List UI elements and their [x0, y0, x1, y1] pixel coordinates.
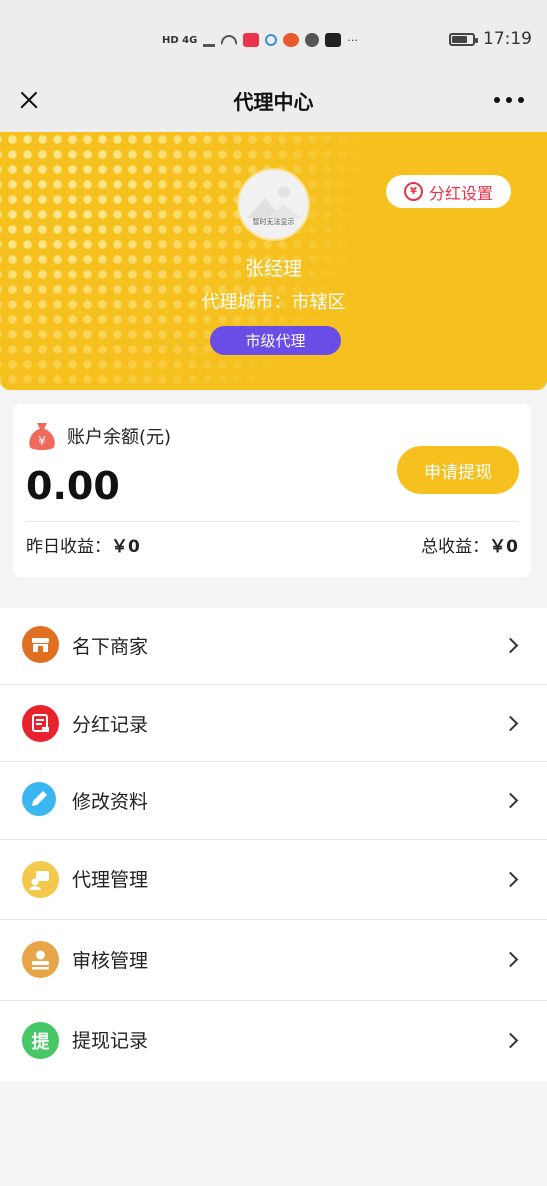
- more-icon[interactable]: [494, 94, 524, 106]
- chevron-right-icon: [502, 715, 519, 732]
- menu-item-label: 代理管理: [72, 869, 149, 891]
- money-bag-icon: ¥: [29, 423, 55, 450]
- network-indicators: HD 4G: [162, 34, 198, 46]
- menu-item-review-management[interactable]: 审核管理: [0, 920, 547, 1000]
- menu-item-merchants[interactable]: 名下商家: [0, 608, 547, 685]
- menu-item-label: 分红记录: [72, 714, 149, 736]
- chevron-right-icon: [502, 637, 519, 654]
- battery-level: [452, 36, 467, 43]
- chevron-right-icon: [502, 792, 519, 809]
- balance-card: ¥ 账户余额(元) 0.00 申请提现 昨日收益：￥0 总收益：￥0: [13, 404, 531, 577]
- menu-item-bonus-records[interactable]: 分红记录: [0, 685, 547, 762]
- menu-item-label: 提现记录: [72, 1030, 149, 1052]
- yesterday-earnings: 昨日收益：￥0: [26, 532, 140, 557]
- menu-item-withdraw-records[interactable]: 提 提现记录: [0, 1001, 547, 1081]
- divider: [26, 521, 518, 522]
- app-notification-icon: [243, 33, 260, 47]
- withdraw-button[interactable]: 申请提现: [397, 446, 519, 494]
- menu-item-label: 修改资料: [72, 791, 149, 813]
- balance-label: 账户余额(元): [67, 427, 172, 448]
- review-icon: [22, 941, 59, 978]
- clock: 17:19: [483, 29, 532, 49]
- total-earnings: 总收益：￥0: [421, 532, 518, 557]
- svg-text:¥: ¥: [38, 434, 46, 448]
- total-earnings-label: 总收益：: [421, 537, 490, 557]
- app-notification-icon: [265, 34, 278, 46]
- menu-item-label: 名下商家: [72, 636, 149, 658]
- yesterday-earnings-label: 昨日收益：: [26, 537, 111, 557]
- wifi-icon: [221, 35, 238, 45]
- image-placeholder-icon: [247, 186, 301, 218]
- menu-item-edit-profile[interactable]: 修改资料: [0, 762, 547, 839]
- chevron-right-icon: [502, 951, 519, 968]
- yen-icon: ¥: [403, 182, 423, 201]
- menu-item-agent-management[interactable]: 代理管理: [0, 840, 547, 920]
- page-title: 代理中心: [233, 90, 314, 114]
- avatar[interactable]: 暂时无法显示: [237, 168, 310, 241]
- status-icons: HD 4G ···: [162, 30, 358, 50]
- battery-icon: [449, 33, 478, 46]
- chevron-right-icon: [502, 1032, 519, 1049]
- store-icon: [22, 626, 59, 663]
- tiktok-icon: [325, 33, 342, 47]
- total-earnings-value: ￥0: [489, 537, 518, 557]
- withdraw-icon: 提: [22, 1022, 59, 1059]
- menu-list: 名下商家 分红记录 修改资料 代理管理 审核管理 提 提现记录: [0, 608, 547, 1081]
- status-bar: HD 4G ··· 17:19: [0, 0, 547, 80]
- level-badge: 市级代理: [210, 326, 341, 355]
- more-notifications: ···: [347, 33, 358, 47]
- yesterday-earnings-value: ￥0: [111, 537, 140, 557]
- balance-value: 0.00: [26, 464, 120, 508]
- edit-icon: [22, 782, 56, 816]
- signal-icon: [203, 33, 216, 47]
- avatar-caption: 暂时无法显示: [252, 218, 295, 226]
- menu-item-label: 审核管理: [72, 950, 149, 972]
- record-icon: [22, 705, 59, 742]
- manager-name: 张经理: [244, 258, 302, 280]
- message-icon: [305, 33, 320, 47]
- chevron-right-icon: [502, 871, 519, 888]
- app-notification-icon: [283, 33, 300, 47]
- bonus-settings-button[interactable]: ¥ 分红设置: [386, 175, 511, 208]
- agent-city: 代理城市：市辖区: [201, 292, 346, 313]
- agent-icon: [22, 861, 59, 898]
- bonus-settings-label: 分红设置: [428, 183, 493, 203]
- title-bar: 代理中心: [0, 80, 547, 132]
- profile-header: ¥ 分红设置 暂时无法显示 张经理 代理城市：市辖区 市级代理: [0, 132, 547, 390]
